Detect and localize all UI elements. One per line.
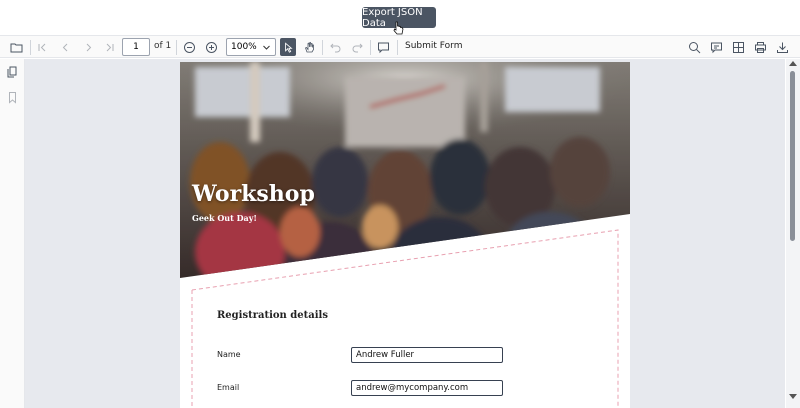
print-icon [755, 42, 766, 53]
undo-icon [330, 43, 341, 53]
zoom-level-value: 100% [231, 42, 257, 52]
prev-page-icon [62, 43, 68, 52]
vertical-scrollbar[interactable] [786, 59, 800, 408]
scroll-thumb[interactable] [790, 71, 795, 241]
zoom-out-icon [184, 42, 195, 53]
scroll-down-icon[interactable] [789, 394, 797, 400]
zoom-level-select[interactable]: 100% [226, 38, 276, 56]
form-designer-button[interactable] [730, 39, 747, 56]
form-designer-icon [733, 42, 744, 53]
submit-form-button[interactable]: Submit Form [405, 41, 462, 51]
zoom-in-button[interactable] [203, 39, 220, 56]
search-icon [689, 42, 701, 54]
email-field[interactable]: andrew@mycompany.com [351, 380, 503, 396]
first-page-button[interactable] [34, 39, 51, 56]
registration-section-title: Registration details [217, 310, 328, 321]
document-viewer[interactable]: Workshop Geek Out Day! Registration deta… [25, 59, 785, 408]
open-file-button[interactable] [8, 39, 25, 56]
folder-open-icon [10, 43, 23, 53]
email-label: Email [217, 383, 240, 392]
name-label: Name [217, 350, 241, 359]
zoom-out-button[interactable] [181, 39, 198, 56]
first-page-icon [38, 43, 46, 52]
chevron-down-icon [263, 45, 270, 50]
hero-subtitle: Geek Out Day! [192, 213, 257, 223]
redo-button[interactable] [349, 39, 366, 56]
page-number-input[interactable]: 1 [122, 38, 150, 56]
text-select-tool-button[interactable] [280, 38, 296, 56]
search-button[interactable] [686, 39, 703, 56]
undo-button[interactable] [327, 39, 344, 56]
annotation-icon [711, 42, 722, 54]
navigation-sidebar [0, 59, 25, 408]
scroll-up-icon[interactable] [789, 60, 797, 66]
comment-icon [378, 42, 389, 54]
text-select-icon [284, 41, 293, 53]
bookmark-icon[interactable] [6, 91, 19, 104]
pan-tool-button[interactable] [301, 39, 318, 56]
prev-page-button[interactable] [57, 39, 74, 56]
next-page-button[interactable] [80, 39, 97, 56]
annotation-button[interactable] [708, 39, 725, 56]
name-field[interactable]: Andrew Fuller [351, 347, 503, 363]
page-count-label: of 1 [154, 41, 172, 51]
last-page-icon [106, 43, 114, 52]
last-page-button[interactable] [101, 39, 118, 56]
zoom-in-icon [206, 42, 217, 53]
mouse-pointer-icon [393, 21, 404, 35]
pdf-page: Workshop Geek Out Day! Registration deta… [180, 62, 630, 408]
print-button[interactable] [752, 39, 769, 56]
add-comment-button[interactable] [375, 39, 392, 56]
pan-hand-icon [304, 41, 314, 53]
download-icon [777, 42, 788, 53]
redo-icon [352, 43, 363, 53]
next-page-icon [86, 43, 92, 52]
download-button[interactable] [774, 39, 791, 56]
hero-title: Workshop [192, 181, 315, 207]
page-thumbnails-icon[interactable] [6, 65, 19, 78]
pdf-toolbar: 1 of 1 100% Submit Form [0, 35, 800, 58]
